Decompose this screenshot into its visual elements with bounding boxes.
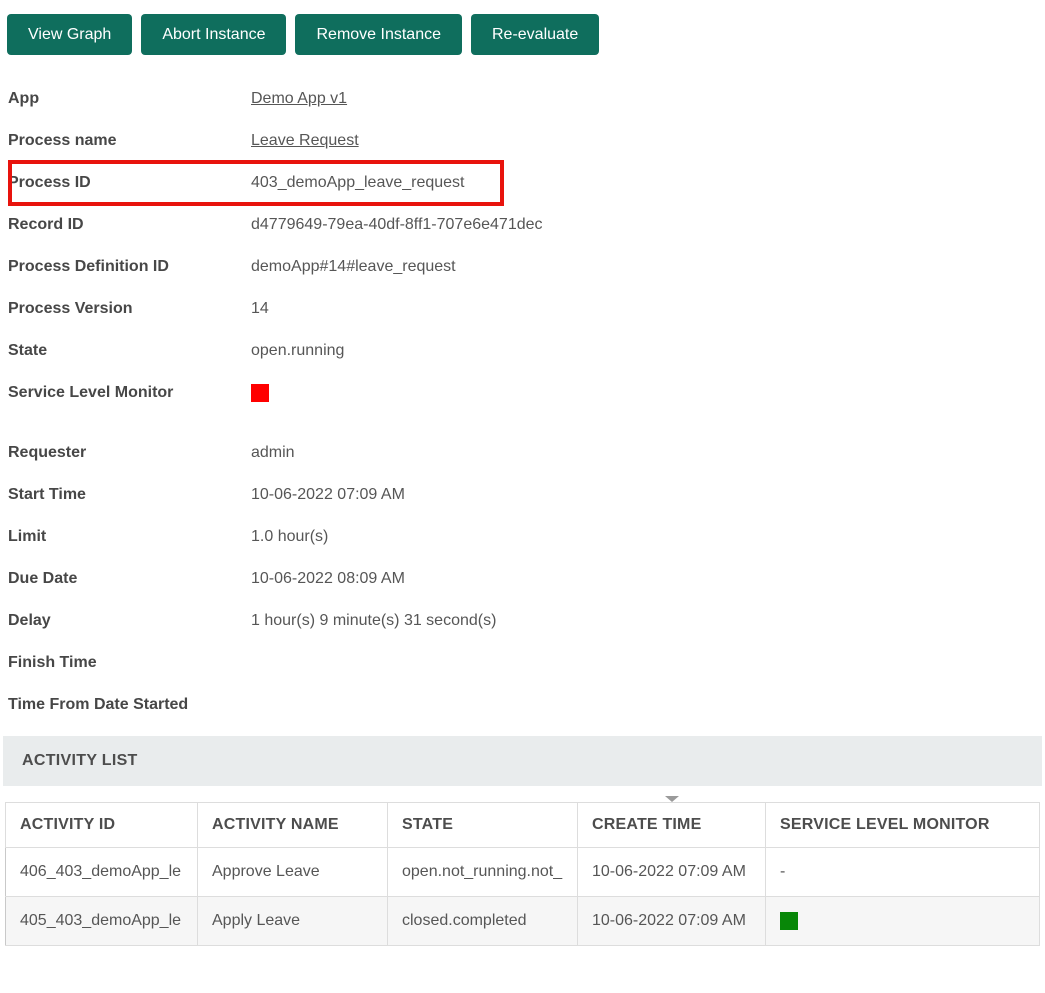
field-value: 403_demoApp_leave_request	[251, 174, 465, 191]
field-value: Demo App v1	[251, 89, 347, 109]
sort-indicator-icon	[665, 796, 679, 802]
re-evaluate-button[interactable]: Re-evaluate	[471, 14, 600, 55]
process-name-link[interactable]: Leave Request	[251, 132, 359, 149]
table-row[interactable]: 405_403_demoApp_le Apply Leave closed.comp…	[5, 896, 1040, 946]
field-value	[251, 383, 269, 403]
column-header-create-time[interactable]: CREATE TIME	[577, 802, 766, 848]
cell-activity-name: Approve Leave	[197, 847, 388, 897]
view-graph-button[interactable]: View Graph	[7, 14, 133, 55]
field-row-limit: Limit 1.0 hour(s)	[8, 516, 1045, 558]
cell-service-level-monitor	[765, 896, 1040, 946]
remove-instance-button[interactable]: Remove Instance	[295, 14, 462, 55]
cell-activity-name: Apply Leave	[197, 896, 388, 946]
field-value: admin	[251, 444, 295, 461]
field-value: open.running	[251, 342, 345, 359]
cell-activity-id: 406_403_demoApp_le	[5, 847, 198, 897]
cell-activity-id: 405_403_demoApp_le	[5, 896, 198, 946]
cell-create-time: 10-06-2022 07:09 AM	[577, 847, 766, 897]
field-row-app: App Demo App v1	[8, 78, 1045, 120]
field-row-time-from-date-started: Time From Date Started	[8, 684, 1045, 726]
field-value: 14	[251, 300, 269, 317]
field-label: Record ID	[8, 216, 84, 233]
service-level-indicator	[780, 911, 798, 930]
field-value: 1 hour(s) 9 minute(s) 31 second(s)	[251, 612, 497, 629]
activity-table-wrap: ACTIVITY ID ACTIVITY NAME STATE CREATE TIME…	[5, 796, 1040, 946]
table-body: 406_403_demoApp_le Approve Leave open.not_…	[5, 847, 1040, 946]
field-label: Due Date	[8, 570, 78, 587]
column-header-activity-id[interactable]: ACTIVITY ID	[5, 802, 198, 848]
field-row-process-version: Process Version 14	[8, 288, 1045, 330]
field-label: State	[8, 342, 48, 359]
activity-list-header: ACTIVITY LIST	[3, 736, 1042, 786]
field-value: demoApp#14#leave_request	[251, 258, 456, 275]
service-level-indicator	[251, 383, 269, 402]
field-value: 1.0 hour(s)	[251, 528, 329, 545]
abort-instance-button[interactable]: Abort Instance	[141, 14, 287, 55]
field-row-process-definition-id: Process Definition ID demoApp#14#leave_re…	[8, 246, 1045, 288]
field-row-start-time: Start Time 10-06-2022 07:09 AM	[8, 474, 1045, 516]
column-header-state[interactable]: STATE	[387, 802, 578, 848]
toolbar: View Graph Abort Instance Remove Instance R…	[0, 0, 1045, 55]
column-header-activity-name[interactable]: ACTIVITY NAME	[197, 802, 388, 848]
field-row-finish-time: Finish Time	[8, 642, 1045, 684]
cell-state: open.not_running.not_	[387, 847, 578, 897]
field-label: App	[8, 90, 40, 107]
field-label: Time From Date Started	[8, 696, 189, 713]
field-label: Requester	[8, 444, 87, 461]
cell-create-time: 10-06-2022 07:09 AM	[577, 896, 766, 946]
field-label: Delay	[8, 612, 51, 629]
field-row-record-id: Record ID d4779649-79ea-40df-8ff1-707e6e4…	[8, 204, 1045, 246]
cell-state: closed.completed	[387, 896, 578, 946]
cell-service-level-monitor: -	[765, 847, 1040, 897]
field-label: Limit	[8, 528, 47, 545]
field-value: Leave Request	[251, 131, 359, 151]
table-row[interactable]: 406_403_demoApp_le Approve Leave open.not_…	[5, 847, 1040, 897]
activity-table: ACTIVITY ID ACTIVITY NAME STATE CREATE TIME…	[5, 802, 1040, 946]
field-value: 10-06-2022 08:09 AM	[251, 570, 405, 587]
field-label: Process name	[8, 132, 117, 149]
field-row-process-id: Process ID 403_demoApp_leave_request	[8, 160, 1045, 206]
field-label: Finish Time	[8, 654, 97, 671]
field-label: Process Definition ID	[8, 258, 169, 275]
table-header-row: ACTIVITY ID ACTIVITY NAME STATE CREATE TIME…	[5, 802, 1040, 848]
activity-list-title: ACTIVITY LIST	[22, 752, 138, 769]
column-header-service-level-monitor[interactable]: SERVICE LEVEL MONITOR	[765, 802, 1040, 848]
field-label: Process ID	[8, 174, 91, 191]
field-row-service-level-monitor: Service Level Monitor	[8, 372, 1045, 414]
field-row-requester: Requester admin	[8, 432, 1045, 474]
field-row-delay: Delay 1 hour(s) 9 minute(s) 31 second(s)	[8, 600, 1045, 642]
field-row-process-name: Process name Leave Request	[8, 120, 1045, 162]
process-details: App Demo App v1 Process name Leave Request P…	[8, 78, 1045, 726]
field-value: 10-06-2022 07:09 AM	[251, 486, 405, 503]
field-row-due-date: Due Date 10-06-2022 08:09 AM	[8, 558, 1045, 600]
field-label: Service Level Monitor	[8, 384, 174, 401]
field-label: Process Version	[8, 300, 133, 317]
app-link[interactable]: Demo App v1	[251, 90, 347, 107]
field-row-state: State open.running	[8, 330, 1045, 372]
field-value: d4779649-79ea-40df-8ff1-707e6e471dec	[251, 216, 543, 233]
field-label: Start Time	[8, 486, 86, 503]
